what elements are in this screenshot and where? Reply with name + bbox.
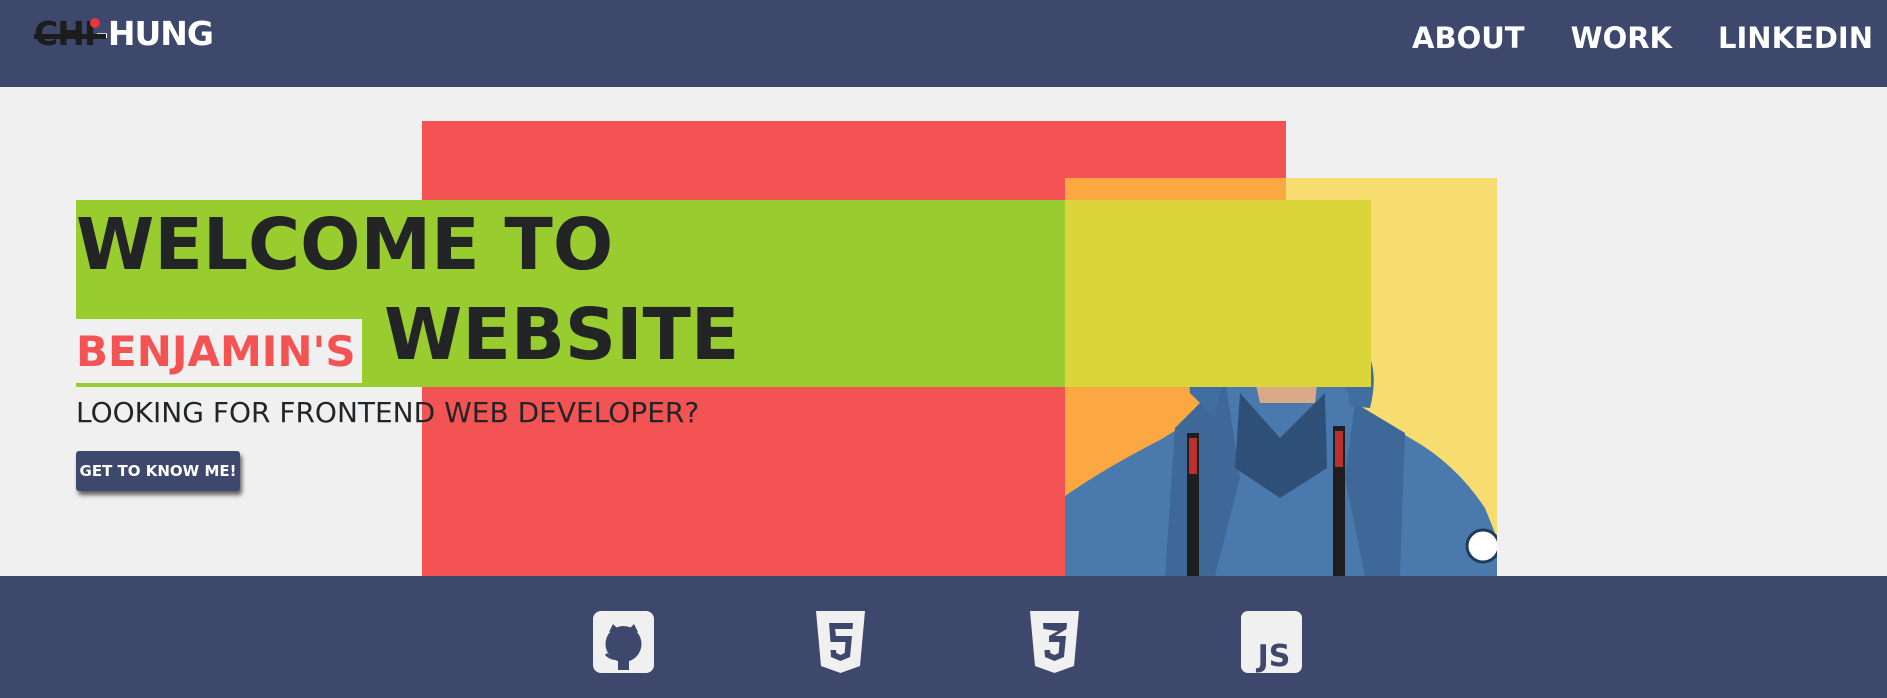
top-navbar: CHI-HUNG ABOUT WORK LINKEDIN: [0, 0, 1887, 87]
hero-name: BENJAMIN'S: [76, 327, 356, 376]
hero-title-line2: WEBSITE: [384, 293, 740, 376]
hero-section: WELCOME TO BENJAMIN'S WEBSITE LOOKING FO…: [0, 87, 1887, 576]
github-icon[interactable]: [592, 610, 655, 674]
nav-work-link[interactable]: WORK: [1571, 14, 1672, 62]
js-icon-label: JS: [1256, 639, 1291, 674]
logo-dot: [90, 18, 100, 28]
hero-green-overlay: [1065, 200, 1371, 387]
html5-icon[interactable]: [809, 610, 872, 674]
logo-strike: [34, 34, 106, 39]
footer-bar: JS: [0, 576, 1887, 698]
css3-icon[interactable]: [1023, 610, 1086, 674]
js-icon[interactable]: JS: [1240, 610, 1303, 674]
hero-title-line1: WELCOME TO: [76, 203, 614, 286]
nav-links: ABOUT WORK LINKEDIN: [1366, 14, 1873, 62]
nav-about-link[interactable]: ABOUT: [1412, 14, 1525, 62]
nav-linkedin-link[interactable]: LINKEDIN: [1718, 14, 1873, 62]
hero-subtitle: LOOKING FOR FRONTEND WEB DEVELOPER?: [76, 396, 700, 429]
logo-text-hung: -HUNG: [95, 14, 214, 53]
site-logo[interactable]: CHI-HUNG: [34, 14, 214, 54]
get-to-know-me-button[interactable]: GET TO KNOW ME!: [76, 451, 240, 491]
